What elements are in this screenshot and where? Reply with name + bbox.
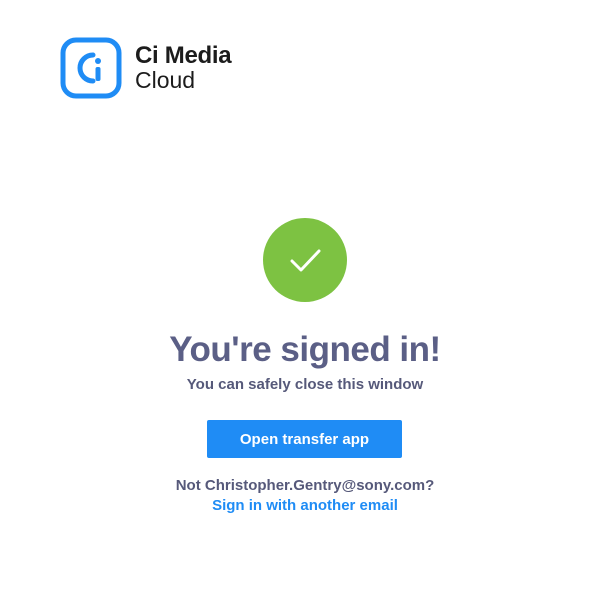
open-transfer-app-button[interactable]: Open transfer app: [207, 420, 402, 458]
brand-name-line2: Cloud: [135, 67, 196, 93]
brand-name-line1: Ci Media: [135, 42, 232, 69]
sign-in-another-email-link[interactable]: Sign in with another email: [212, 497, 398, 514]
brand-logo: Ci Media Cloud: [60, 37, 232, 99]
ci-logo-icon: [60, 37, 122, 99]
switch-account-row: Sign in with another email: [0, 496, 600, 516]
not-user-prompt: Not Christopher.Gentry@sony.com?: [175, 477, 435, 494]
page-title: You're signed in!: [169, 330, 441, 369]
checkmark-icon: [290, 249, 321, 272]
success-badge: [263, 218, 347, 302]
signed-in-page: Ci Media Cloud You're signed in! You can…: [0, 0, 600, 600]
page-subtitle: You can safely close this window: [186, 376, 424, 393]
brand-name: Ci Media Cloud: [135, 42, 232, 93]
